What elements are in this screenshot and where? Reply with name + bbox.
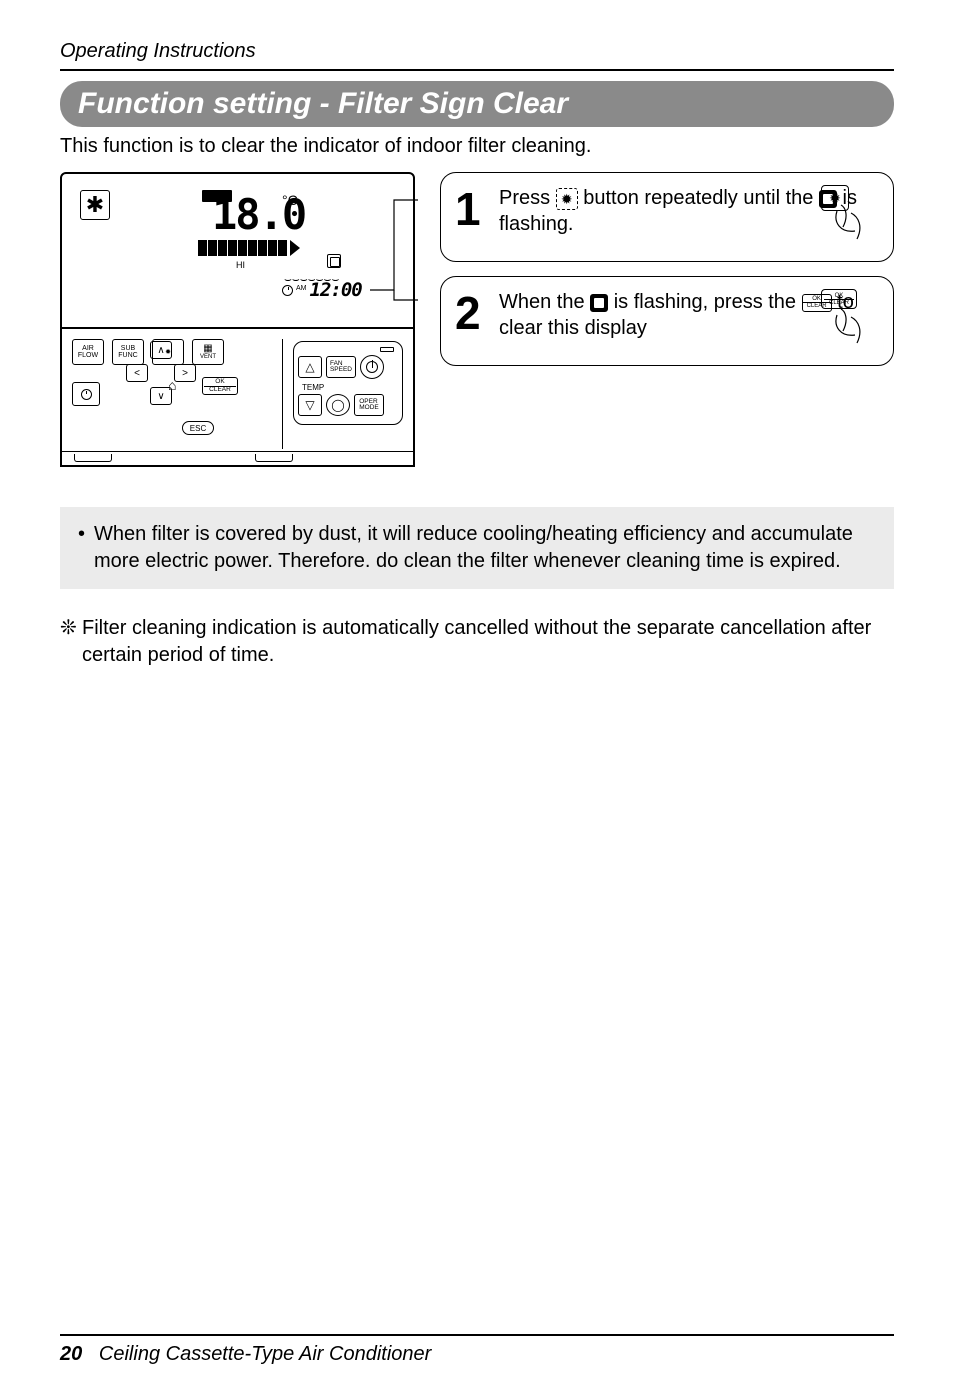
power-button[interactable] (360, 355, 384, 379)
step-number: 1 (455, 191, 491, 228)
filter-icon (327, 254, 341, 268)
page-number: 20 (60, 1343, 82, 1365)
ok-clear-button[interactable]: OK CLEAR (202, 377, 238, 395)
temp-up-button[interactable]: △ (298, 356, 322, 378)
dpad-right-button[interactable]: > (174, 364, 196, 382)
footer-rule (60, 1334, 894, 1336)
clock-time: 12:00 (310, 279, 362, 301)
dpad-up-button[interactable]: ∧ (150, 341, 172, 359)
remote-panel: 18.0 °C HI ⌣⌣⌣⌣⌣⌣⌣ AM 12:00 (60, 172, 420, 467)
header-rule (60, 69, 894, 71)
step-1: 1 Press button repeatedly until the is f… (440, 172, 894, 262)
vent-button[interactable]: ▦VENT (192, 339, 224, 365)
indicator-icon (380, 347, 394, 352)
footer: 20 Ceiling Cassette-Type Air Conditioner (60, 1343, 431, 1366)
ok-clear-icon: OK CLEAR (824, 290, 854, 308)
footer-doc-title: Ceiling Cassette-Type Air Conditioner (99, 1343, 431, 1365)
note-text: When filter is covered by dust, it will … (94, 521, 876, 575)
clock-icon (81, 389, 92, 400)
cool-mode-icon (80, 190, 110, 220)
timer-button[interactable] (72, 382, 100, 406)
right-button-group: △ FAN SPEED TEMP ▽ ◯ OPER MODE (293, 341, 403, 425)
am-label: AM (296, 285, 307, 292)
lcd-display: 18.0 °C HI ⌣⌣⌣⌣⌣⌣⌣ AM 12:00 (62, 174, 413, 329)
press-gesture-icon: OK CLEAR (821, 289, 881, 349)
power-icon (366, 361, 378, 373)
bullet-icon: • (78, 521, 94, 575)
temp-down-button[interactable]: ▽ (298, 394, 322, 416)
clock-display: AM 12:00 (282, 279, 362, 301)
reference-mark-icon: ❊ (60, 615, 82, 669)
section-label: Operating Instructions (60, 40, 894, 63)
step-number: 2 (455, 295, 491, 332)
fan-speed-button[interactable]: FAN SPEED (326, 356, 356, 378)
intro-text: This function is to clear the indicator … (60, 135, 894, 158)
fan-bar-icon (198, 240, 300, 256)
press-gesture-icon: ✹ (821, 185, 881, 245)
home-icon: ⌂ (168, 377, 176, 393)
gear-icon (556, 188, 578, 210)
step-2: 2 When the is flashing, press the OK CLE… (440, 276, 894, 366)
remote-foot (62, 451, 413, 465)
air-flow-button[interactable]: AIR FLOW (72, 339, 104, 365)
temp-unit: °C (282, 192, 298, 208)
temp-label: TEMP (302, 383, 398, 392)
dpad: ∧ < > ∨ (126, 367, 196, 417)
filter-icon (590, 294, 608, 312)
clock-icon (282, 285, 293, 296)
fan-hi-label: HI (236, 260, 245, 270)
footnote-text: Filter cleaning indication is automatica… (82, 615, 894, 669)
page-title: Function setting - Filter Sign Clear (78, 87, 568, 120)
esc-button[interactable]: ESC (182, 421, 214, 435)
vent-icon: ▦ (203, 344, 212, 354)
footnote: ❊ Filter cleaning indication is automati… (60, 615, 894, 669)
mode-cycle-button[interactable]: ◯ (326, 394, 350, 416)
note-box: • When filter is covered by dust, it wil… (60, 507, 894, 589)
oper-mode-button[interactable]: OPER MODE (354, 394, 384, 416)
sub-func-button[interactable]: SUB FUNC (112, 339, 144, 365)
title-bar: Function setting - Filter Sign Clear (60, 81, 894, 127)
dpad-left-button[interactable]: < (126, 364, 148, 382)
